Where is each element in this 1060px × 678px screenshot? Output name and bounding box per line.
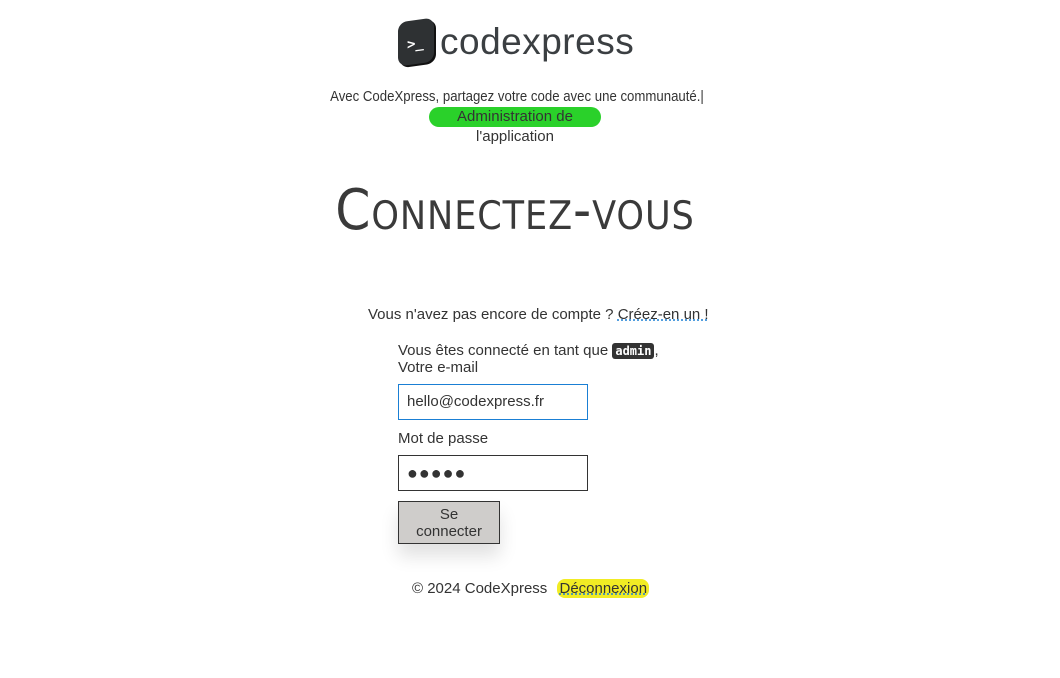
logout-link[interactable]: Déconnexion (557, 579, 650, 598)
login-button[interactable]: Se connecter (398, 501, 500, 544)
page-title: Connectez-vous (335, 178, 695, 243)
signup-text: Vous n'avez pas encore de compte ? (368, 306, 614, 323)
footer: © 2024 CodeXpress Déconnexion (412, 579, 650, 598)
username-badge: admin (612, 343, 655, 359)
terminal-icon: >_ (398, 17, 434, 67)
signup-prompt: Vous n'avez pas encore de compte ? Créez… (368, 306, 709, 323)
email-label: Votre e-mail (398, 359, 479, 376)
password-label: Mot de passe (398, 430, 489, 447)
login-form: Vous êtes connecté en tant que admin, Vo… (398, 342, 659, 544)
tagline: Avec CodeXpress, partagez votre code ave… (330, 88, 704, 105)
logged-in-text: Vous êtes connecté en tant que (398, 342, 609, 359)
copyright: © 2024 CodeXpress (412, 580, 548, 597)
logo-text: codexpress (440, 21, 635, 62)
admin-link[interactable]: Administration de l'application (429, 107, 601, 145)
logo[interactable]: >_ codexpress (398, 17, 635, 67)
logged-in-notice: Vous êtes connecté en tant que admin, (398, 342, 659, 359)
email-input[interactable]: hello@codexpress.fr (398, 384, 588, 420)
comma: , (654, 342, 659, 359)
password-input[interactable]: ●●●●● (398, 455, 588, 491)
signup-link[interactable]: Créez-en un ! (618, 306, 709, 323)
